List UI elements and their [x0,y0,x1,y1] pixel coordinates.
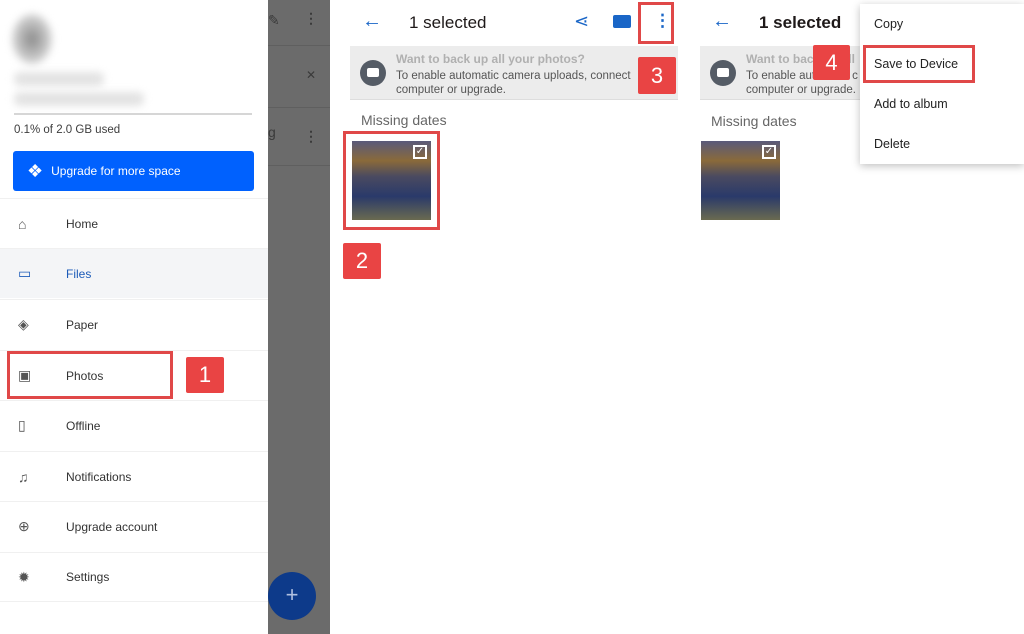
back-arrow-icon[interactable]: ← [362,10,382,33]
banner-text: To enable automatic camera uploads, conn… [396,70,631,96]
storage-text: 0.1% of 2.0 GB used [14,124,121,136]
dropbox-icon: ❖ [27,160,44,181]
camera-icon [360,60,386,86]
menu-item-add-to-album[interactable]: Add to album [874,97,948,111]
callout-1: 1 [186,357,224,393]
gear-icon: ✹ [18,568,30,585]
paper-layers-icon: ◈ [18,316,29,332]
nav-item-notifications[interactable]: ♫ Notifications [0,451,268,501]
partial-text: g [268,124,276,140]
back-arrow-icon[interactable]: ← [712,10,732,33]
dimmed-background: ✎ ⋮ ✕ g ⋮ [268,0,330,634]
checkbox-checked-icon[interactable]: ✓ [762,145,776,159]
edit-icon: ✎ [268,12,280,28]
nav-label: Notifications [66,469,132,484]
offline-device-icon: ▯ [18,417,26,433]
section-header: Missing dates [361,112,447,128]
callout-2: 2 [343,243,381,279]
highlight-photos [7,351,173,399]
upgrade-arrow-icon: ⊕ [18,518,30,534]
camera-icon [710,60,736,86]
move-folder-icon[interactable] [613,15,631,28]
nav-item-home[interactable]: ⌂ Home [0,198,268,248]
selection-toolbar: ← 1 selected ⋖ ⋮ [330,0,690,46]
callout-3: 3 [638,57,676,94]
menu-item-copy[interactable]: Copy [874,17,903,31]
backup-banner[interactable]: Want to back up all your photos? To enab… [350,46,678,100]
nav-item-upgrade-account[interactable]: ⊕ Upgrade account [0,501,268,551]
blurred-name [14,72,104,86]
more-icon: ⋮ [304,128,318,144]
photos-selection-panel: ← 1 selected ⋖ ⋮ Want to back up all you… [330,0,690,634]
home-icon: ⌂ [18,215,27,232]
selection-title: 1 selected [759,13,842,32]
backup-banner[interactable]: Want to back up all To enable automatic … [700,46,880,100]
drawer-panel: ✎ ⋮ ✕ g ⋮ + 0.1% of 2.0 GB used ❖ Upgrade … [0,0,330,634]
storage-bar [14,113,252,115]
highlight-photo [343,131,440,230]
more-icon: ⋮ [304,10,318,26]
callout-4: 4 [813,45,850,80]
selection-title: 1 selected [409,13,487,32]
avatar [12,14,52,64]
nav-label: Settings [66,570,110,584]
nav-label: Files [66,266,92,281]
nav-item-files[interactable]: ▭ Files [0,248,268,298]
navigation-drawer: 0.1% of 2.0 GB used ❖ Upgrade for more s… [0,0,268,634]
highlight-save-to-device [863,45,975,83]
nav-label: Offline [66,418,101,433]
blurred-email [14,92,144,106]
upgrade-button-label: Upgrade for more space [51,164,181,178]
nav-label: Paper [66,317,99,332]
banner-heading: Want to back up all your photos? [396,52,585,66]
nav-item-paper[interactable]: ◈ Paper [0,299,268,349]
photo-thumbnail[interactable]: ✓ [701,141,780,220]
highlight-more-options [638,2,674,44]
close-icon: ✕ [306,68,317,82]
bell-icon: ♫ [18,468,29,485]
nav-item-settings[interactable]: ✹ Settings [0,552,268,602]
nav-item-offline[interactable]: ▯ Offline [0,400,268,450]
menu-open-panel: ← 1 selected Want to back up all To enab… [690,0,1024,634]
menu-item-delete[interactable]: Delete [874,137,910,151]
add-fab-button[interactable]: + [268,572,316,620]
nav-label: Upgrade account [66,519,158,534]
upgrade-button[interactable]: ❖ Upgrade for more space [13,151,254,191]
share-icon[interactable]: ⋖ [574,11,589,32]
nav-label: Home [66,216,99,231]
section-header: Missing dates [711,113,797,129]
overflow-menu: Copy Save to Device Add to album Delete [860,4,1024,164]
folder-icon: ▭ [18,265,32,281]
